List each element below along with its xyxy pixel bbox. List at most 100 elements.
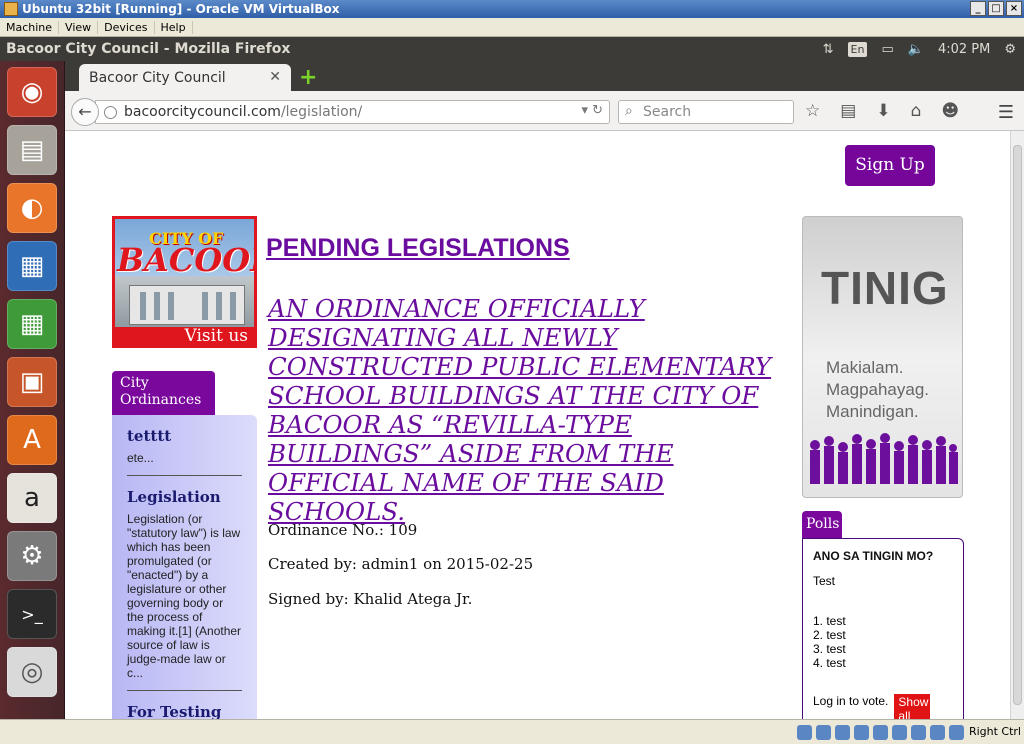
host-key: Right Ctrl bbox=[968, 725, 1021, 738]
poll-description: Test bbox=[813, 574, 836, 588]
capture-icon[interactable] bbox=[949, 725, 964, 740]
city-ordinances-tab[interactable]: City Ordinances bbox=[112, 371, 215, 415]
poll-option: 4. test bbox=[813, 656, 846, 670]
menu-icon[interactable]: ☰ bbox=[998, 102, 1014, 123]
impress-icon[interactable]: ▣ bbox=[7, 357, 57, 407]
site-identity-icon[interactable] bbox=[104, 106, 117, 119]
poll-option: 3. test bbox=[813, 642, 846, 656]
show-all-button[interactable]: Show all bbox=[894, 694, 931, 719]
search-input[interactable]: ⌕ Search bbox=[618, 100, 794, 124]
crowd-silhouette bbox=[810, 433, 958, 484]
terminal-icon[interactable]: >_ bbox=[7, 589, 57, 639]
firefox-icon[interactable]: ◐ bbox=[7, 183, 57, 233]
menu-help[interactable]: Help bbox=[155, 20, 193, 34]
minimize-button[interactable]: _ bbox=[970, 1, 986, 16]
display-icon[interactable] bbox=[892, 725, 907, 740]
ordinance-number: Ordinance No.: 109 bbox=[268, 521, 418, 539]
url-bar[interactable]: bacoorcitycouncil.com/legislation/ ▾ ↻ bbox=[95, 100, 610, 124]
tab-bacoor-city-council[interactable]: Bacoor City Council ✕ bbox=[79, 64, 291, 91]
city-of-bacoor-logo[interactable]: CITY OF BACOOR Visit us bbox=[112, 216, 257, 348]
tinig-slogan: Makialam. Magpahayag. Manindigan. bbox=[826, 357, 929, 423]
unity-launcher: ◉ ▤ ◐ ▦ ▦ ▣ A a ⚙ >_ ◎ bbox=[0, 61, 65, 719]
volume-icon[interactable]: 🔈 bbox=[908, 42, 924, 57]
dvd-icon[interactable]: ◎ bbox=[7, 647, 57, 697]
login-to-vote-link[interactable]: Log in to vote. bbox=[813, 694, 888, 708]
virtualbox-icon bbox=[4, 2, 18, 16]
software-center-icon[interactable]: A bbox=[7, 415, 57, 465]
window-title: Ubuntu 32bit [Running] - Oracle VM Virtu… bbox=[22, 2, 340, 16]
network-adapter-icon[interactable] bbox=[854, 725, 869, 740]
clock[interactable]: 4:02 PM bbox=[938, 42, 990, 57]
polls-panel: ANO SA TINGIN MO? Test 1. test 2. test 3… bbox=[802, 538, 964, 719]
network-icon[interactable]: ⇅ bbox=[823, 42, 834, 57]
visit-us-label: Visit us bbox=[115, 327, 254, 345]
slogan-line: Magpahayag. bbox=[826, 380, 930, 399]
chat-icon[interactable]: ☻ bbox=[941, 101, 959, 121]
slogan-line: Manindigan. bbox=[826, 402, 919, 421]
close-button[interactable]: × bbox=[1006, 1, 1022, 16]
page-viewport: Sign Up CITY OF BACOOR Visit us City Ord… bbox=[65, 131, 1010, 719]
divider bbox=[127, 690, 242, 691]
firefox-tab-bar: Bacoor City Council ✕ + bbox=[65, 61, 1024, 91]
ordinance-excerpt: ete... bbox=[127, 451, 154, 465]
ordinance-title[interactable]: AN ORDINANCE OFFICIALLY DESIGNATING ALL … bbox=[268, 294, 798, 526]
battery-icon[interactable]: ▭ bbox=[881, 42, 893, 57]
tinig-banner[interactable]: TINIG Makialam. Magpahayag. Manindigan. bbox=[802, 216, 963, 498]
virtualbox-title-bar: Ubuntu 32bit [Running] - Oracle VM Virtu… bbox=[0, 0, 1024, 18]
scrollbar-thumb[interactable] bbox=[1013, 145, 1022, 705]
optical-drive-icon[interactable] bbox=[816, 725, 831, 740]
slogan-line: Makialam. bbox=[826, 358, 904, 377]
files-icon[interactable]: ▤ bbox=[7, 125, 57, 175]
tinig-title: TINIG bbox=[821, 262, 949, 314]
vertical-scrollbar[interactable] bbox=[1010, 131, 1024, 719]
writer-icon[interactable]: ▦ bbox=[7, 241, 57, 291]
active-window-title: Bacoor City Council - Mozilla Firefox bbox=[6, 41, 291, 57]
back-button[interactable]: ← bbox=[71, 98, 99, 126]
maximize-button[interactable]: □ bbox=[988, 1, 1004, 16]
page-heading[interactable]: PENDING LEGISLATIONS bbox=[266, 234, 570, 263]
virtualbox-menu-bar: Machine View Devices Help bbox=[0, 18, 1024, 37]
menu-view[interactable]: View bbox=[59, 20, 99, 34]
ordinance-title-link[interactable]: For Testing of bbox=[127, 703, 242, 719]
polls-tab[interactable]: Polls bbox=[802, 511, 842, 538]
ordinance-title-link[interactable]: tetttt bbox=[127, 427, 242, 445]
downloads-icon[interactable]: ⬇ bbox=[876, 101, 890, 121]
new-tab-icon[interactable]: + bbox=[299, 65, 317, 90]
menu-devices[interactable]: Devices bbox=[98, 20, 155, 34]
menu-machine[interactable]: Machine bbox=[0, 20, 60, 34]
bookmark-star-icon[interactable]: ☆ bbox=[805, 101, 820, 121]
reading-list-icon[interactable]: ▤ bbox=[840, 101, 856, 121]
system-settings-icon[interactable]: ⚙ bbox=[7, 531, 57, 581]
amazon-icon[interactable]: a bbox=[7, 473, 57, 523]
audio-icon[interactable] bbox=[835, 725, 850, 740]
search-placeholder: Search bbox=[643, 104, 692, 120]
sign-up-button[interactable]: Sign Up bbox=[845, 145, 935, 186]
firefox-nav-bar: bacoorcitycouncil.com/legislation/ ▾ ↻ ←… bbox=[65, 91, 1024, 131]
gear-icon[interactable]: ⚙ bbox=[1004, 42, 1016, 57]
tab-title: Bacoor City Council bbox=[89, 70, 226, 86]
created-by: Created by: admin1 on 2015-02-25 bbox=[268, 555, 534, 573]
poll-question: ANO SA TINGIN MO? bbox=[813, 549, 934, 563]
keyboard-layout-indicator[interactable]: En bbox=[847, 41, 868, 57]
reload-icon[interactable]: ▾ ↻ bbox=[581, 103, 603, 118]
tab-close-icon[interactable]: ✕ bbox=[269, 69, 281, 85]
url-domain: bacoorcitycouncil.com bbox=[124, 104, 281, 120]
search-icon: ⌕ bbox=[625, 103, 633, 119]
mouse-integration-icon[interactable] bbox=[930, 725, 945, 740]
divider bbox=[127, 475, 242, 476]
home-icon[interactable]: ⌂ bbox=[911, 101, 922, 121]
poll-option: 1. test bbox=[813, 614, 846, 628]
virtualbox-status-bar: Right Ctrl bbox=[0, 719, 1024, 744]
device-indicators bbox=[797, 725, 964, 740]
poll-option: 2. test bbox=[813, 628, 846, 642]
calc-icon[interactable]: ▦ bbox=[7, 299, 57, 349]
url-path: /legislation/ bbox=[280, 104, 363, 120]
usb-icon[interactable] bbox=[911, 725, 926, 740]
logo-bacoor: BACOOR bbox=[117, 241, 254, 279]
poll-login: Log in to vote. Show all bbox=[813, 694, 953, 719]
hard-disk-icon[interactable] bbox=[797, 725, 812, 740]
shared-folders-icon[interactable] bbox=[873, 725, 888, 740]
ubuntu-dash-icon[interactable]: ◉ bbox=[7, 67, 57, 117]
poll-options: 1. test 2. test 3. test 4. test bbox=[813, 614, 953, 670]
ordinance-title-link[interactable]: Legislation bbox=[127, 488, 242, 506]
